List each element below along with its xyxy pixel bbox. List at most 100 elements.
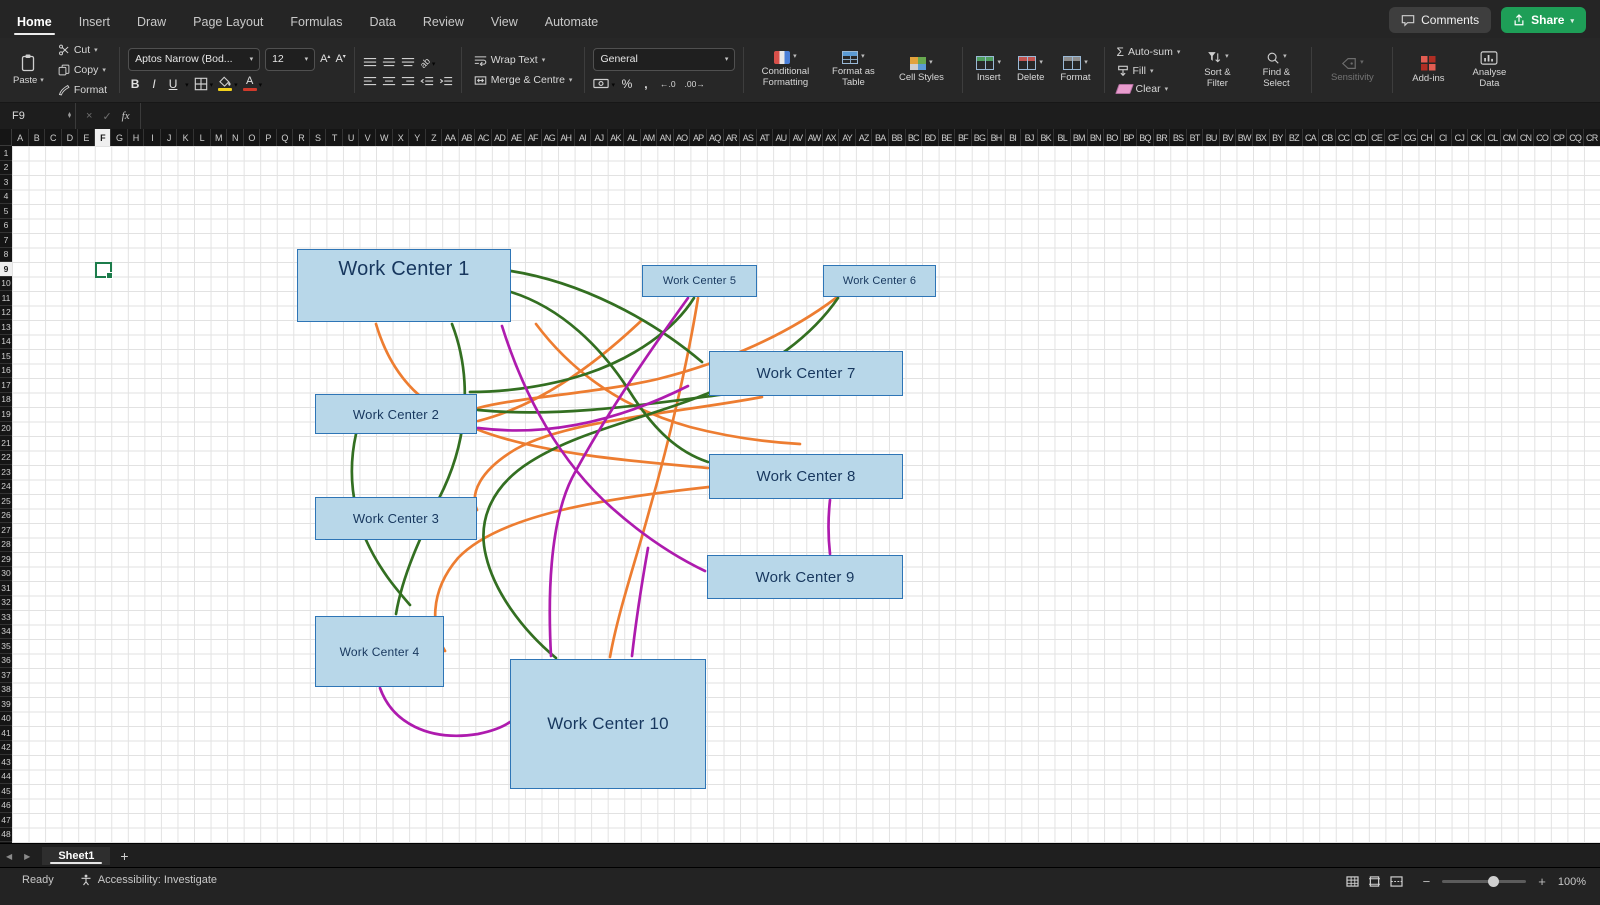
ribbon-tab-data[interactable]: Data [366, 6, 398, 38]
add-sheet-button[interactable]: + [110, 848, 138, 864]
row-header-24[interactable]: 24 [0, 480, 12, 495]
column-header-CB[interactable]: CB [1319, 129, 1336, 146]
accounting-format-button[interactable] [593, 75, 615, 93]
column-header-F[interactable]: F [95, 129, 112, 146]
row-header-30[interactable]: 30 [0, 567, 12, 582]
column-header-E[interactable]: E [78, 129, 95, 146]
row-header-31[interactable]: 31 [0, 581, 12, 596]
decrease-indent-icon[interactable] [420, 76, 434, 87]
row-header-10[interactable]: 10 [0, 277, 12, 292]
column-header-O[interactable]: O [244, 129, 261, 146]
column-header-AF[interactable]: AF [525, 129, 542, 146]
column-header-G[interactable]: G [111, 129, 128, 146]
column-header-BG[interactable]: BG [972, 129, 989, 146]
column-header-M[interactable]: M [211, 129, 228, 146]
column-header-AN[interactable]: AN [657, 129, 674, 146]
column-header-BE[interactable]: BE [939, 129, 956, 146]
row-header-48[interactable]: 48 [0, 828, 12, 843]
row-header-42[interactable]: 42 [0, 741, 12, 756]
percent-style-button[interactable]: % [620, 77, 634, 91]
find-select-button[interactable]: Find & Select [1249, 50, 1303, 91]
column-header-BC[interactable]: BC [906, 129, 923, 146]
insert-cells-button[interactable]: Insert [971, 55, 1006, 85]
work-center-box-work-center-10[interactable]: Work Center 10 [510, 659, 706, 789]
comma-style-button[interactable]: , [639, 77, 653, 91]
row-header-14[interactable]: 14 [0, 335, 12, 350]
row-header-29[interactable]: 29 [0, 552, 12, 567]
row-header-23[interactable]: 23 [0, 465, 12, 480]
row-header-47[interactable]: 47 [0, 813, 12, 828]
row-header-35[interactable]: 35 [0, 639, 12, 654]
ribbon-tab-automate[interactable]: Automate [542, 6, 602, 38]
column-header-AL[interactable]: AL [624, 129, 641, 146]
column-header-AH[interactable]: AH [558, 129, 575, 146]
column-header-AX[interactable]: AX [823, 129, 840, 146]
cancel-entry-icon[interactable]: × [86, 110, 92, 122]
zoom-slider[interactable] [1442, 880, 1526, 883]
row-header-26[interactable]: 26 [0, 509, 12, 524]
row-header-21[interactable]: 21 [0, 436, 12, 451]
column-header-Z[interactable]: Z [426, 129, 443, 146]
borders-button[interactable] [194, 75, 214, 93]
column-header-V[interactable]: V [359, 129, 376, 146]
column-header-BF[interactable]: BF [955, 129, 972, 146]
column-header-CH[interactable]: CH [1418, 129, 1435, 146]
align-right-icon[interactable] [401, 76, 415, 87]
insert-function-icon[interactable]: fx [122, 110, 130, 122]
row-header-44[interactable]: 44 [0, 770, 12, 785]
merge-centre-button[interactable]: Merge & Centre [470, 72, 577, 88]
column-header-AB[interactable]: AB [459, 129, 476, 146]
column-header-AK[interactable]: AK [608, 129, 625, 146]
copy-button[interactable]: Copy [54, 62, 111, 78]
row-header-41[interactable]: 41 [0, 726, 12, 741]
column-header-CD[interactable]: CD [1352, 129, 1369, 146]
work-center-box-work-center-1[interactable]: Work Center 1 [297, 249, 511, 322]
row-header-7[interactable]: 7 [0, 233, 12, 248]
column-header-X[interactable]: X [393, 129, 410, 146]
column-header-AG[interactable]: AG [542, 129, 559, 146]
format-painter-button[interactable]: Format [54, 82, 111, 98]
number-format-select[interactable]: General [593, 48, 735, 71]
column-header-CQ[interactable]: CQ [1567, 129, 1584, 146]
row-header-22[interactable]: 22 [0, 451, 12, 466]
format-as-table-button[interactable]: Format as Table [820, 50, 886, 90]
work-center-box-work-center-6[interactable]: Work Center 6 [823, 265, 936, 297]
column-header-AP[interactable]: AP [690, 129, 707, 146]
row-header-1[interactable]: 1 [0, 146, 12, 161]
ribbon-tab-review[interactable]: Review [420, 6, 467, 38]
column-header-BT[interactable]: BT [1187, 129, 1204, 146]
page-break-view-icon[interactable] [1390, 876, 1403, 887]
row-header-3[interactable]: 3 [0, 175, 12, 190]
column-header-AR[interactable]: AR [724, 129, 741, 146]
column-header-BZ[interactable]: BZ [1286, 129, 1303, 146]
column-header-AS[interactable]: AS [740, 129, 757, 146]
sheet-nav-left-icon[interactable]: ◀ [0, 852, 18, 861]
row-header-25[interactable]: 25 [0, 494, 12, 509]
column-header-AA[interactable]: AA [442, 129, 459, 146]
row-header-32[interactable]: 32 [0, 596, 12, 611]
row-header-19[interactable]: 19 [0, 407, 12, 422]
share-button[interactable]: Share [1501, 7, 1586, 33]
row-header-39[interactable]: 39 [0, 697, 12, 712]
zoom-out-button[interactable]: − [1423, 874, 1431, 889]
column-header-A[interactable]: A [12, 129, 29, 146]
column-header-BD[interactable]: BD [922, 129, 939, 146]
column-header-AT[interactable]: AT [757, 129, 774, 146]
column-header-CM[interactable]: CM [1501, 129, 1518, 146]
row-header-16[interactable]: 16 [0, 364, 12, 379]
row-header-15[interactable]: 15 [0, 349, 12, 364]
row-header-9[interactable]: 9 [0, 262, 12, 277]
font-name-select[interactable]: Aptos Narrow (Bod... [128, 48, 260, 71]
column-header-I[interactable]: I [144, 129, 161, 146]
work-center-box-work-center-5[interactable]: Work Center 5 [642, 265, 757, 297]
row-header-43[interactable]: 43 [0, 755, 12, 770]
row-header-13[interactable]: 13 [0, 320, 12, 335]
column-header-AV[interactable]: AV [790, 129, 807, 146]
column-header-CA[interactable]: CA [1303, 129, 1320, 146]
autosum-button[interactable]: Σ Auto-sum [1113, 43, 1185, 61]
paste-button[interactable]: Paste [8, 52, 49, 88]
column-header-L[interactable]: L [194, 129, 211, 146]
column-header-R[interactable]: R [293, 129, 310, 146]
column-header-BO[interactable]: BO [1104, 129, 1121, 146]
column-header-CN[interactable]: CN [1518, 129, 1535, 146]
